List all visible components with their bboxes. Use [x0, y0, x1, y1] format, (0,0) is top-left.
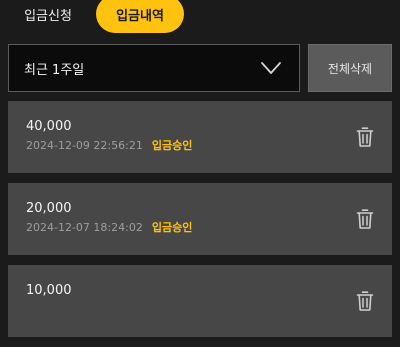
delete-all-button[interactable]: 전체삭제 [308, 44, 392, 92]
deposit-datetime: 2024-12-09 22:56:21 [26, 139, 143, 152]
deposit-meta: 2024-12-09 22:56:21 입금승인 [26, 139, 192, 153]
deposit-meta: 2024-12-07 18:24:02 입금승인 [26, 221, 192, 235]
deposit-amount: 10,000 [26, 283, 72, 298]
list-item: 40,000 2024-12-09 22:56:21 입금승인 [8, 101, 392, 173]
deposit-datetime: 2024-12-07 18:24:02 [26, 221, 143, 234]
period-select-value: 최근 1주일 [24, 62, 85, 78]
list-item: 20,000 2024-12-07 18:24:02 입금승인 [8, 183, 392, 255]
deposit-history-list: 40,000 2024-12-09 22:56:21 입금승인 20,000 20… [8, 101, 392, 347]
deposit-amount: 40,000 [26, 119, 72, 134]
trash-icon[interactable] [356, 208, 374, 230]
deposit-meta [26, 303, 35, 317]
filter-row: 최근 1주일 전체삭제 [8, 44, 392, 92]
period-select[interactable]: 최근 1주일 [8, 44, 300, 92]
trash-icon[interactable] [356, 126, 374, 148]
chevron-down-icon [261, 62, 281, 74]
trash-icon[interactable] [356, 290, 374, 312]
list-item: 10,000 [8, 265, 392, 337]
status-badge: 입금승인 [151, 139, 193, 152]
tab-deposit-history[interactable]: 입금내역 [96, 0, 184, 33]
deposit-amount: 20,000 [26, 201, 72, 216]
deposit-tabs: 입금신청 입금내역 [0, 0, 400, 34]
status-badge: 입금승인 [151, 221, 193, 234]
tab-deposit-apply[interactable]: 입금신청 [12, 0, 84, 33]
